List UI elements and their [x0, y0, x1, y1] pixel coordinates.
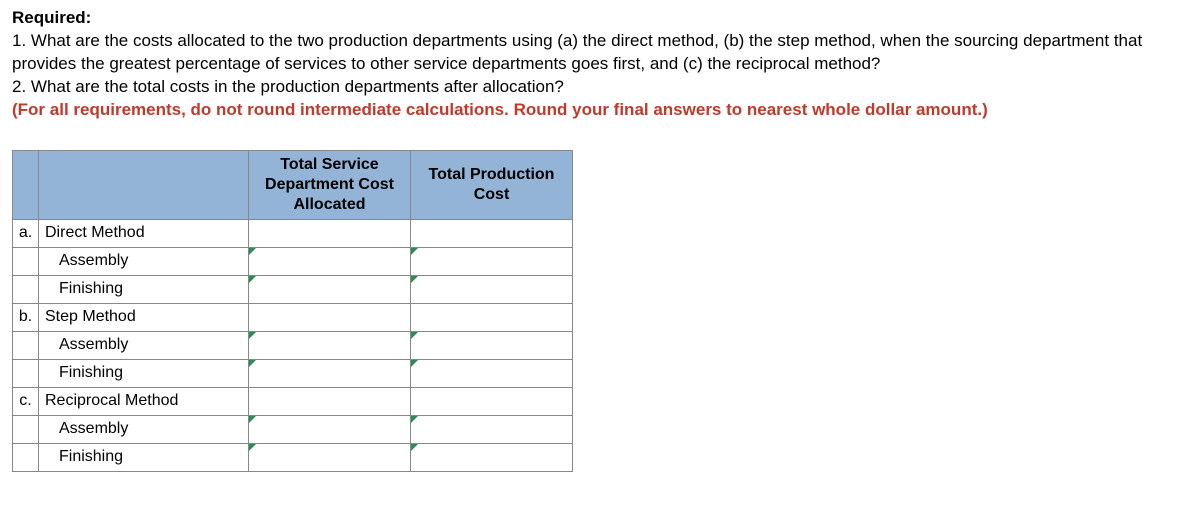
required-line-2: 2. What are the total costs in the produ… [12, 76, 1188, 99]
service-cost-cell [249, 303, 411, 331]
required-section: Required: 1. What are the costs allocate… [12, 8, 1188, 122]
production-cost-input[interactable] [411, 360, 572, 386]
service-cost-input[interactable] [249, 416, 410, 442]
row-letter [13, 415, 39, 443]
row-letter [13, 275, 39, 303]
table-row: Assembly [13, 415, 573, 443]
row-label: Assembly [39, 247, 249, 275]
header-blank-1 [13, 150, 39, 219]
header-production-cost: Total Production Cost [411, 150, 573, 219]
service-cost-cell [249, 387, 411, 415]
table-row: c.Reciprocal Method [13, 387, 573, 415]
header-service-cost: Total Service Department Cost Allocated [249, 150, 411, 219]
row-label: Assembly [39, 331, 249, 359]
production-cost-cell [411, 415, 573, 443]
production-cost-cell [411, 387, 573, 415]
service-cost-cell [249, 219, 411, 247]
required-note: (For all requirements, do not round inte… [12, 99, 1188, 122]
row-label: Finishing [39, 443, 249, 471]
service-cost-cell [249, 443, 411, 471]
allocation-table-wrap: Total Service Department Cost Allocated … [12, 150, 1188, 472]
table-row: a.Direct Method [13, 219, 573, 247]
production-cost-input[interactable] [411, 276, 572, 302]
allocation-table: Total Service Department Cost Allocated … [12, 150, 573, 472]
row-letter: c. [13, 387, 39, 415]
service-cost-input[interactable] [249, 444, 410, 470]
row-letter: b. [13, 303, 39, 331]
row-letter [13, 443, 39, 471]
production-cost-input[interactable] [411, 248, 572, 274]
row-letter: a. [13, 219, 39, 247]
required-heading: Required: [12, 8, 1188, 28]
service-cost-cell [249, 247, 411, 275]
service-cost-input[interactable] [249, 248, 410, 274]
production-cost-cell [411, 303, 573, 331]
row-label: Direct Method [39, 219, 249, 247]
service-cost-cell [249, 359, 411, 387]
table-row: Assembly [13, 247, 573, 275]
service-cost-cell [249, 331, 411, 359]
production-cost-input[interactable] [411, 444, 572, 470]
row-label: Assembly [39, 415, 249, 443]
service-cost-cell [249, 275, 411, 303]
row-label: Finishing [39, 359, 249, 387]
row-letter [13, 247, 39, 275]
production-cost-cell [411, 219, 573, 247]
header-blank-2 [39, 150, 249, 219]
row-label: Reciprocal Method [39, 387, 249, 415]
production-cost-cell [411, 275, 573, 303]
table-row: Finishing [13, 443, 573, 471]
row-label: Finishing [39, 275, 249, 303]
table-row: Finishing [13, 359, 573, 387]
row-letter [13, 331, 39, 359]
service-cost-input[interactable] [249, 276, 410, 302]
service-cost-input[interactable] [249, 332, 410, 358]
table-row: Assembly [13, 331, 573, 359]
required-line-1: 1. What are the costs allocated to the t… [12, 30, 1188, 76]
production-cost-cell [411, 443, 573, 471]
production-cost-cell [411, 359, 573, 387]
service-cost-input[interactable] [249, 360, 410, 386]
table-body: a.Direct MethodAssemblyFinishingb.Step M… [13, 219, 573, 471]
production-cost-input[interactable] [411, 332, 572, 358]
row-letter [13, 359, 39, 387]
production-cost-input[interactable] [411, 416, 572, 442]
table-row: Finishing [13, 275, 573, 303]
table-row: b.Step Method [13, 303, 573, 331]
production-cost-cell [411, 331, 573, 359]
row-label: Step Method [39, 303, 249, 331]
production-cost-cell [411, 247, 573, 275]
service-cost-cell [249, 415, 411, 443]
table-header-row: Total Service Department Cost Allocated … [13, 150, 573, 219]
